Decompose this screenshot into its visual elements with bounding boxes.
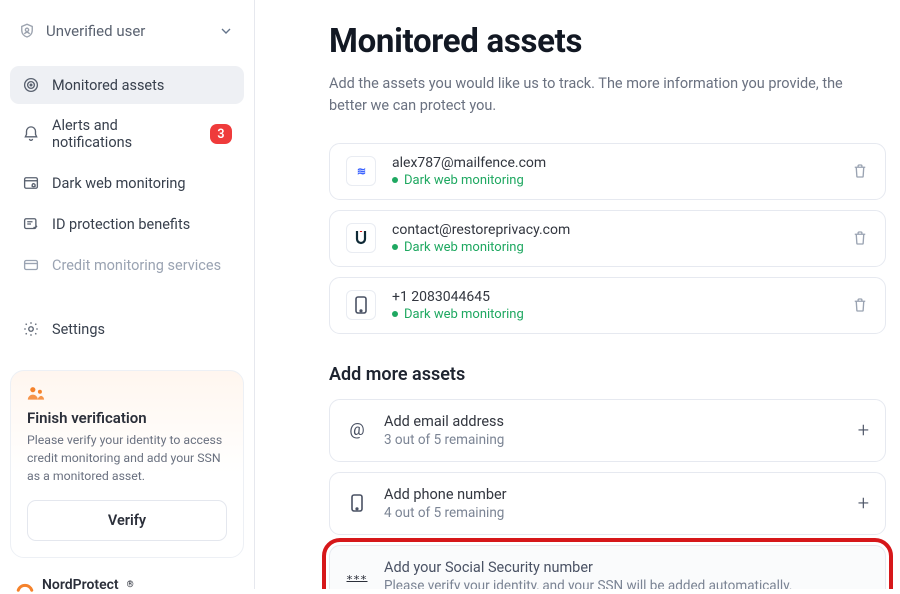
sidebar-item-label: ID protection benefits <box>52 216 232 233</box>
verify-body: Please verify your identity to access cr… <box>27 433 227 486</box>
sidebar-item-alerts[interactable]: Alerts and notifications 3 <box>10 107 244 161</box>
radar-icon <box>22 76 40 94</box>
user-menu[interactable]: Unverified user <box>10 14 244 54</box>
people-icon <box>27 385 47 401</box>
verify-button[interactable]: Verify <box>27 500 227 541</box>
sidebar-item-settings[interactable]: Settings <box>10 310 244 348</box>
ssn-icon: ⁎⁎⁎ <box>346 569 368 583</box>
plus-icon: + <box>858 418 869 442</box>
sidebar-item-monitored-assets[interactable]: Monitored assets <box>10 66 244 104</box>
sidebar-item-label: Credit monitoring services <box>52 257 232 274</box>
sidebar-item-dark-web[interactable]: Dark web monitoring <box>10 164 244 202</box>
id-check-icon <box>22 215 40 233</box>
add-sub: 4 out of 5 remaining <box>384 505 842 521</box>
add-email-row[interactable]: @ Add email address 3 out of 5 remaining… <box>329 399 886 462</box>
asset-status: Dark web monitoring <box>392 173 835 188</box>
page-subtitle: Add the assets you would like us to trac… <box>329 73 869 117</box>
browser-bug-icon <box>22 174 40 192</box>
sidebar-item-benefits[interactable]: ID protection benefits <box>10 205 244 243</box>
page-title: Monitored assets <box>329 22 886 61</box>
shield-user-icon <box>18 22 36 40</box>
asset-row: ≋ alex787@mailfence.com Dark web monitor… <box>329 143 886 200</box>
delete-icon[interactable] <box>851 296 869 314</box>
sidebar-item-credit[interactable]: Credit monitoring services <box>10 246 244 284</box>
at-icon: @ <box>346 420 368 440</box>
sidebar-item-label: Dark web monitoring <box>52 175 232 192</box>
add-title: Add your Social Security number <box>384 559 869 576</box>
verify-card: Finish verification Please verify your i… <box>10 370 244 558</box>
asset-status: Dark web monitoring <box>392 307 835 322</box>
phone-icon <box>346 290 376 320</box>
user-label: Unverified user <box>46 22 208 40</box>
bell-icon <box>22 125 40 143</box>
sidebar-item-label: Alerts and notifications <box>52 117 198 151</box>
brand-name: NordProtect <box>42 577 119 593</box>
add-phone-row[interactable]: Add phone number 4 out of 5 remaining + <box>329 472 886 535</box>
verify-heading: Finish verification <box>27 409 227 427</box>
phone-icon <box>346 494 368 512</box>
brand-logo: NordProtect® <box>10 576 244 594</box>
alerts-badge: 3 <box>210 124 232 144</box>
add-title: Add phone number <box>384 486 842 503</box>
asset-value: alex787@mailfence.com <box>392 155 835 171</box>
delete-icon[interactable] <box>851 162 869 180</box>
asset-list: ≋ alex787@mailfence.com Dark web monitor… <box>329 143 886 334</box>
add-sub: 3 out of 5 remaining <box>384 432 842 448</box>
add-title: Add email address <box>384 413 842 430</box>
plus-icon: + <box>858 491 869 515</box>
gear-icon <box>22 320 40 338</box>
card-icon <box>22 256 40 274</box>
asset-row: contact@restoreprivacy.com Dark web moni… <box>329 210 886 267</box>
asset-favicon <box>346 223 376 253</box>
brand-arc-icon <box>16 576 34 594</box>
add-assets-heading: Add more assets <box>329 364 886 385</box>
sidebar-item-label: Settings <box>52 321 232 338</box>
add-sub: Please verify your identity, and your SS… <box>384 578 869 590</box>
sidebar-nav: Monitored assets Alerts and notification… <box>10 66 244 348</box>
sidebar: Unverified user Monitored assets Alerts … <box>0 0 255 589</box>
chevron-down-icon <box>218 23 234 39</box>
add-ssn-row[interactable]: ⁎⁎⁎ Add your Social Security number Plea… <box>329 545 886 590</box>
asset-value: +1 2083044645 <box>392 289 835 305</box>
asset-row: +1 2083044645 Dark web monitoring <box>329 277 886 334</box>
asset-status: Dark web monitoring <box>392 240 835 255</box>
asset-favicon: ≋ <box>346 156 376 186</box>
main-content: Monitored assets Add the assets you woul… <box>255 0 900 589</box>
sidebar-item-label: Monitored assets <box>52 77 232 94</box>
delete-icon[interactable] <box>851 229 869 247</box>
asset-value: contact@restoreprivacy.com <box>392 222 835 238</box>
